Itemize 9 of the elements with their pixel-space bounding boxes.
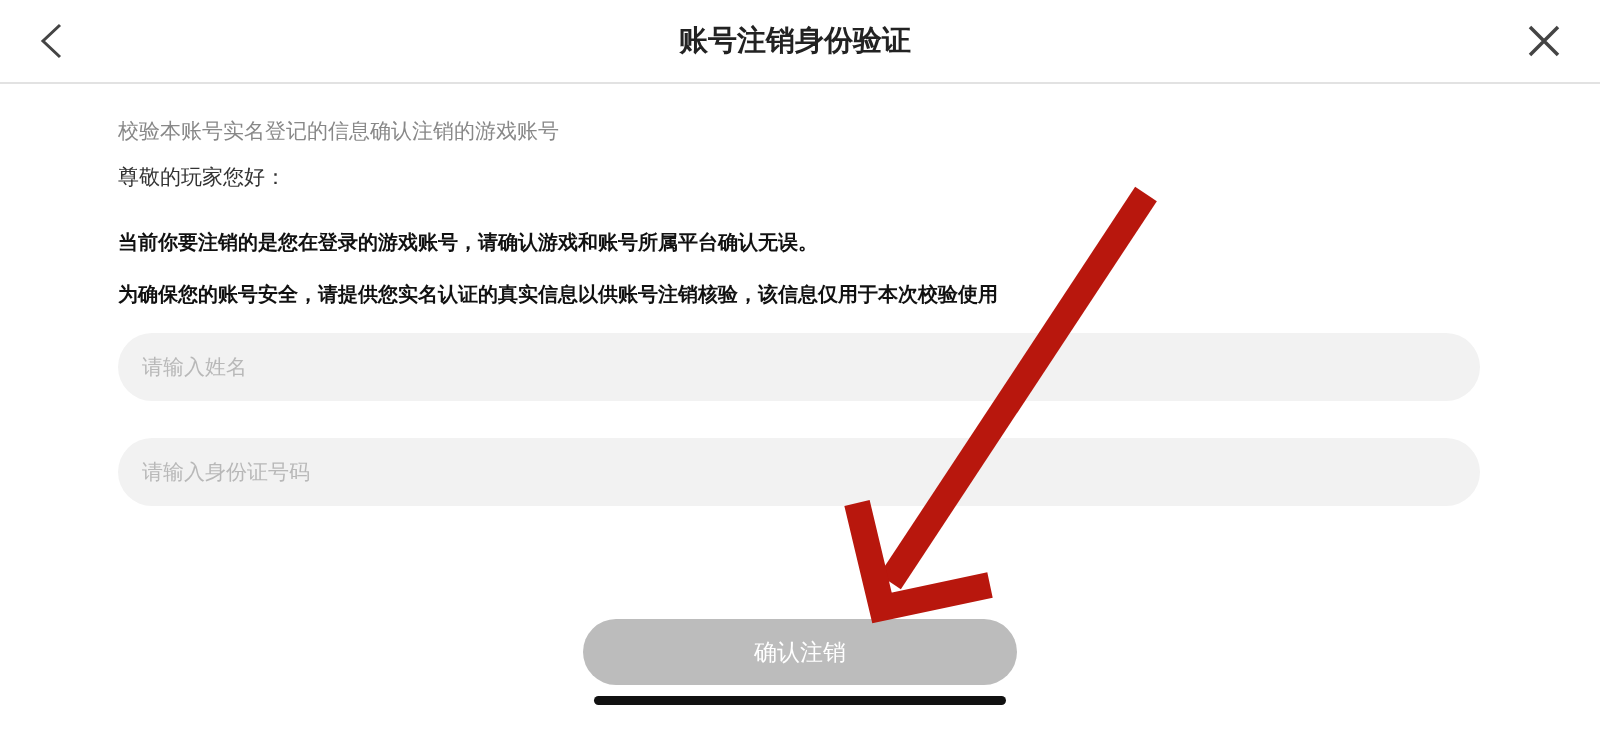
subtitle-text: 校验本账号实名登记的信息确认注销的游戏账号	[118, 118, 560, 145]
notice-text: 为确保您的账号安全，请提供您实名认证的真实信息以供账号注销核验，该信息仅用于本次校验使用	[118, 281, 999, 308]
page-title: 账号注销身份验证	[679, 22, 911, 60]
input-field[interactable]: 请输入姓名	[118, 333, 1480, 401]
greeting-text: 尊敬的玩家您好：	[118, 163, 287, 191]
close-icon[interactable]	[1528, 25, 1560, 57]
notice-text: 当前你要注销的是您在登录的游戏账号，请确认游戏和账号所属平台确认无误。	[118, 229, 819, 256]
input-field[interactable]: 请输入身份证号码	[118, 438, 1480, 506]
back-icon[interactable]	[40, 23, 62, 59]
